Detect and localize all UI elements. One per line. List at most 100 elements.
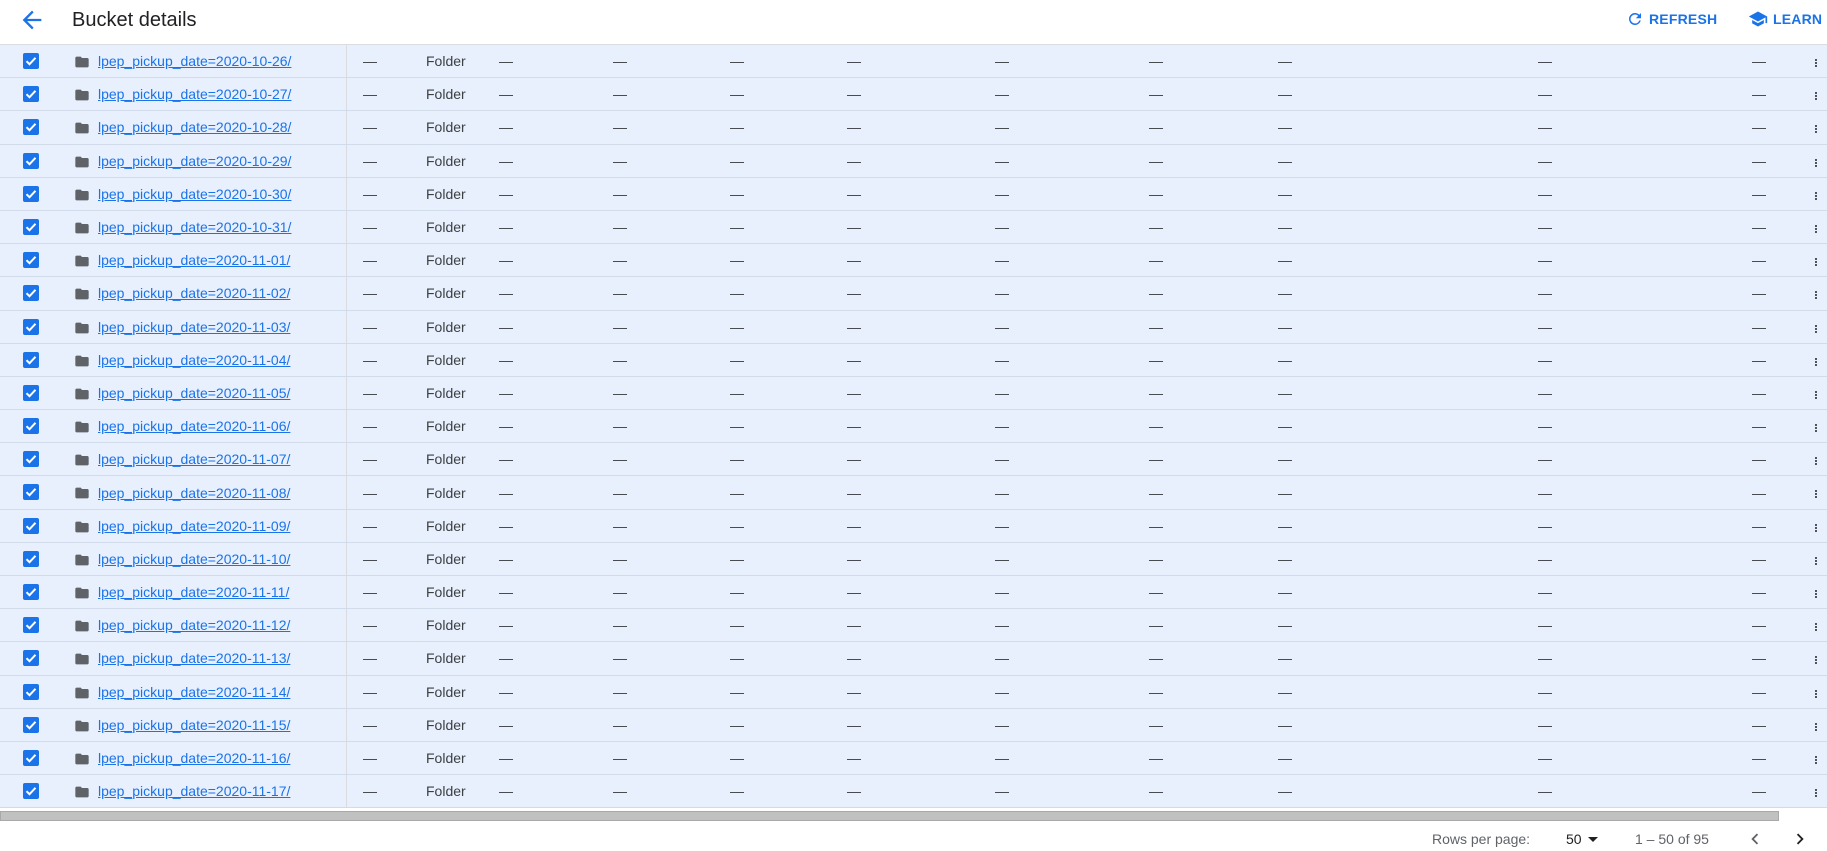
row-checkbox[interactable] [23,185,39,202]
folder-name-link[interactable]: lpep_pickup_date=2020-11-13/ [98,642,290,674]
row-checkbox[interactable] [23,418,39,435]
table-row[interactable]: lpep_pickup_date=2020-10-26/Folder — — — — — —… [0,45,1827,79]
table-row[interactable]: lpep_pickup_date=2020-10-28/Folder — — — — — —… [0,111,1827,145]
table-row[interactable]: lpep_pickup_date=2020-11-09/Folder — — — — — —… [0,509,1827,543]
more-vert-icon[interactable] [1810,784,1822,802]
more-vert-icon[interactable] [1810,54,1822,72]
table-row[interactable]: lpep_pickup_date=2020-11-02/Folder — — — — — —… [0,277,1827,311]
folder-name-link[interactable]: lpep_pickup_date=2020-11-17/ [98,775,290,807]
more-vert-icon[interactable] [1810,187,1822,205]
more-vert-icon[interactable] [1810,286,1822,304]
horizontal-scrollbar[interactable] [0,811,1779,821]
row-checkbox[interactable] [23,318,39,335]
folder-name-link[interactable]: lpep_pickup_date=2020-11-05/ [98,377,290,409]
table-row[interactable]: lpep_pickup_date=2020-11-01/Folder — — — — — —… [0,244,1827,278]
more-vert-icon[interactable] [1810,452,1822,470]
row-checkbox[interactable] [23,152,39,169]
row-checkbox[interactable] [23,783,39,800]
rows-per-page-select[interactable]: 50 [1566,831,1598,847]
more-vert-icon[interactable] [1810,552,1822,570]
folder-name-link[interactable]: lpep_pickup_date=2020-11-12/ [98,609,290,641]
more-vert-icon[interactable] [1810,386,1822,404]
table-row[interactable]: lpep_pickup_date=2020-11-11/Folder — — — — — —… [0,576,1827,610]
table-row[interactable]: lpep_pickup_date=2020-10-29/Folder — — — — — —… [0,144,1827,178]
folder-name-link[interactable]: lpep_pickup_date=2020-11-06/ [98,410,290,442]
more-vert-icon[interactable] [1810,651,1822,669]
more-vert-icon[interactable] [1810,220,1822,238]
folder-name-link[interactable]: lpep_pickup_date=2020-11-04/ [98,344,290,376]
more-vert-icon[interactable] [1810,685,1822,703]
folder-name-link[interactable]: lpep_pickup_date=2020-10-31/ [98,211,291,243]
refresh-button[interactable]: REFRESH [1626,9,1717,29]
more-vert-icon[interactable] [1810,353,1822,371]
table-row[interactable]: lpep_pickup_date=2020-10-27/Folder — — — — — —… [0,78,1827,112]
table-row[interactable]: lpep_pickup_date=2020-10-30/Folder — — — — — —… [0,177,1827,211]
empty-cell: — [499,185,513,202]
folder-name-link[interactable]: lpep_pickup_date=2020-11-03/ [98,311,290,343]
row-checkbox[interactable] [23,351,39,368]
back-arrow-icon[interactable] [18,6,46,34]
table-row[interactable]: lpep_pickup_date=2020-11-05/Folder — — — — — —… [0,376,1827,411]
next-page-icon[interactable] [1789,828,1811,850]
folder-name-link[interactable]: lpep_pickup_date=2020-10-27/ [98,78,291,110]
row-checkbox[interactable] [23,584,39,600]
more-vert-icon[interactable] [1810,519,1822,537]
more-vert-icon[interactable] [1810,419,1822,437]
table-row[interactable]: lpep_pickup_date=2020-11-12/Folder — — — — — —… [0,609,1827,643]
row-checkbox[interactable] [23,451,39,468]
row-checkbox[interactable] [23,617,39,634]
table-row[interactable]: lpep_pickup_date=2020-10-31/Folder — — — — — —… [0,210,1827,245]
more-vert-icon[interactable] [1810,87,1822,105]
table-row[interactable]: lpep_pickup_date=2020-11-03/Folder — — — — — —… [0,310,1827,344]
row-checkbox[interactable] [23,119,39,136]
more-vert-icon[interactable] [1810,120,1822,138]
row-checkbox[interactable] [23,86,39,103]
row-checkbox[interactable] [23,384,39,401]
table-row[interactable]: lpep_pickup_date=2020-11-08/Folder — — — — — —… [0,476,1827,510]
folder-name-link[interactable]: lpep_pickup_date=2020-10-28/ [98,111,291,143]
more-vert-icon[interactable] [1810,154,1822,172]
folder-name-link[interactable]: lpep_pickup_date=2020-11-15/ [98,709,290,741]
folder-name-link[interactable]: lpep_pickup_date=2020-11-14/ [98,676,290,708]
learn-button[interactable]: LEARN [1748,9,1822,29]
row-checkbox[interactable] [23,252,39,269]
row-checkbox[interactable] [23,683,39,700]
folder-name-link[interactable]: lpep_pickup_date=2020-11-09/ [98,510,290,542]
more-vert-icon[interactable] [1810,751,1822,769]
row-checkbox[interactable] [23,550,39,567]
table-row[interactable]: lpep_pickup_date=2020-11-13/Folder — — — — — —… [0,642,1827,676]
row-checkbox[interactable] [23,484,39,501]
table-row[interactable]: lpep_pickup_date=2020-11-16/Folder — — — — — —… [0,741,1827,776]
row-checkbox[interactable] [23,749,39,766]
row-checkbox[interactable] [23,53,39,69]
folder-name-link[interactable]: lpep_pickup_date=2020-10-29/ [98,145,291,177]
folder-name-link[interactable]: lpep_pickup_date=2020-11-11/ [98,576,289,608]
folder-name-link[interactable]: lpep_pickup_date=2020-11-10/ [98,543,290,575]
more-vert-icon[interactable] [1810,618,1822,636]
table-row[interactable]: lpep_pickup_date=2020-11-17/Folder — — — — — —… [0,775,1827,809]
folder-name-link[interactable]: lpep_pickup_date=2020-11-07/ [98,443,290,475]
previous-page-icon[interactable] [1744,828,1766,850]
more-vert-icon[interactable] [1810,320,1822,338]
more-vert-icon[interactable] [1810,585,1822,603]
row-checkbox[interactable] [23,218,39,235]
row-checkbox[interactable] [23,285,39,302]
folder-name-link[interactable]: lpep_pickup_date=2020-10-26/ [98,45,291,77]
more-vert-icon[interactable] [1810,253,1822,271]
table-row[interactable]: lpep_pickup_date=2020-11-06/Folder — — — — — —… [0,410,1827,444]
row-checkbox[interactable] [23,650,39,667]
table-row[interactable]: lpep_pickup_date=2020-11-04/Folder — — — — — —… [0,343,1827,377]
folder-name-link[interactable]: lpep_pickup_date=2020-11-16/ [98,742,290,774]
folder-name-link[interactable]: lpep_pickup_date=2020-11-01/ [98,244,290,276]
table-row[interactable]: lpep_pickup_date=2020-11-10/Folder — — — — — —… [0,542,1827,576]
table-row[interactable]: lpep_pickup_date=2020-11-14/Folder — — — — — —… [0,675,1827,709]
more-vert-icon[interactable] [1810,718,1822,736]
row-checkbox[interactable] [23,517,39,534]
table-row[interactable]: lpep_pickup_date=2020-11-15/Folder — — — — — —… [0,708,1827,742]
more-vert-icon[interactable] [1810,485,1822,503]
folder-name-link[interactable]: lpep_pickup_date=2020-11-02/ [98,277,290,309]
folder-name-link[interactable]: lpep_pickup_date=2020-10-30/ [98,178,291,210]
folder-name-link[interactable]: lpep_pickup_date=2020-11-08/ [98,476,290,508]
table-row[interactable]: lpep_pickup_date=2020-11-07/Folder — — — — — —… [0,443,1827,477]
row-checkbox[interactable] [23,716,39,733]
